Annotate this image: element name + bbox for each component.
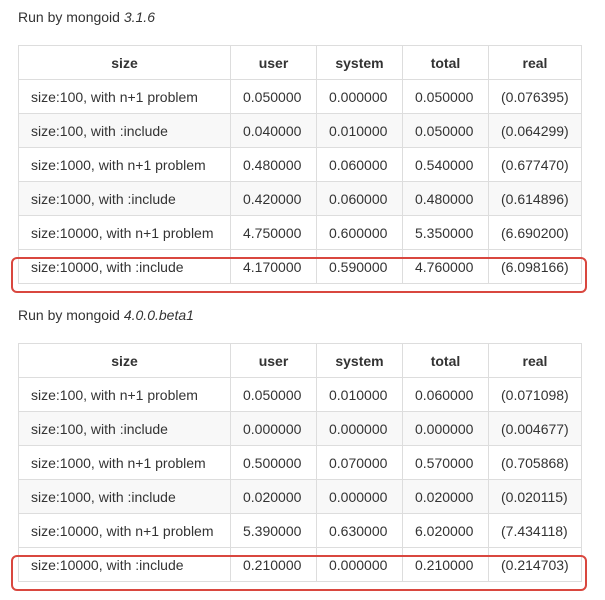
header-total: total — [402, 343, 489, 378]
cell-user: 0.480000 — [230, 147, 317, 182]
cell-total: 6.020000 — [402, 513, 489, 548]
cell-total: 5.350000 — [402, 215, 489, 250]
benchmark-table-4-0-0-beta1: size user system total real size:100, wi… — [18, 343, 582, 582]
table-row: size:1000, with n+1 problem 0.480000 0.0… — [18, 147, 582, 182]
cell-total: 0.570000 — [402, 445, 489, 480]
cell-size: size:1000, with n+1 problem — [18, 445, 231, 480]
cell-real: (0.705868) — [488, 445, 582, 480]
cell-total: 0.050000 — [402, 113, 489, 148]
cell-system: 0.000000 — [316, 479, 403, 514]
table-row: size:1000, with :include 0.020000 0.0000… — [18, 479, 582, 514]
header-real: real — [488, 45, 582, 80]
cell-total: 0.060000 — [402, 377, 489, 412]
header-total: total — [402, 45, 489, 80]
cell-real: (0.020115) — [488, 479, 582, 514]
cell-user: 4.170000 — [230, 249, 317, 284]
cell-size: size:1000, with n+1 problem — [18, 147, 231, 182]
cell-system: 0.060000 — [316, 181, 403, 216]
cell-real: (0.071098) — [488, 377, 582, 412]
table-header-row: size user system total real — [18, 45, 582, 80]
cell-real: (0.677470) — [488, 147, 582, 182]
cell-system: 0.000000 — [316, 547, 403, 582]
cell-user: 0.500000 — [230, 445, 317, 480]
header-user: user — [230, 343, 317, 378]
cell-total: 0.210000 — [402, 547, 489, 582]
cell-size: size:10000, with :include — [18, 547, 231, 582]
header-system: system — [316, 343, 403, 378]
cell-system: 0.000000 — [316, 79, 403, 114]
cell-system: 0.070000 — [316, 445, 403, 480]
cell-size: size:100, with n+1 problem — [18, 79, 231, 114]
header-real: real — [488, 343, 582, 378]
cell-user: 0.040000 — [230, 113, 317, 148]
caption-version: 3.1.6 — [123, 9, 155, 25]
cell-size: size:100, with :include — [18, 113, 231, 148]
cell-size: size:1000, with :include — [18, 479, 231, 514]
table-row-highlighted: size:10000, with :include 0.210000 0.000… — [18, 547, 582, 582]
cell-user: 0.050000 — [230, 377, 317, 412]
caption-prefix: Run by mongoid — [18, 307, 124, 323]
cell-system: 0.010000 — [316, 377, 403, 412]
cell-user: 0.420000 — [230, 181, 317, 216]
table-row: size:100, with n+1 problem 0.050000 0.00… — [18, 79, 582, 114]
caption-version: 4.0.0.beta1 — [123, 307, 194, 323]
cell-total: 0.020000 — [402, 479, 489, 514]
cell-system: 0.060000 — [316, 147, 403, 182]
cell-user: 0.050000 — [230, 79, 317, 114]
header-size: size — [18, 343, 231, 378]
table-row: size:1000, with :include 0.420000 0.0600… — [18, 181, 582, 216]
table-header-row: size user system total real — [18, 343, 582, 378]
cell-total: 4.760000 — [402, 249, 489, 284]
header-user: user — [230, 45, 317, 80]
caption-prefix: Run by mongoid — [18, 9, 124, 25]
header-system: system — [316, 45, 403, 80]
table-row: size:1000, with n+1 problem 0.500000 0.0… — [18, 445, 582, 480]
cell-system: 0.010000 — [316, 113, 403, 148]
cell-size: size:100, with :include — [18, 411, 231, 446]
cell-real: (0.004677) — [488, 411, 582, 446]
cell-system: 0.000000 — [316, 411, 403, 446]
cell-total: 0.540000 — [402, 147, 489, 182]
cell-size: size:10000, with n+1 problem — [18, 215, 231, 250]
cell-user: 5.390000 — [230, 513, 317, 548]
table-row: size:100, with :include 0.040000 0.01000… — [18, 113, 582, 148]
caption-mongoid-4-0-0-beta1: Run by mongoid 4.0.0.beta1 — [18, 307, 194, 323]
cell-real: (0.064299) — [488, 113, 582, 148]
cell-size: size:10000, with :include — [18, 249, 231, 284]
cell-real: (6.690200) — [488, 215, 582, 250]
cell-system: 0.600000 — [316, 215, 403, 250]
cell-size: size:100, with n+1 problem — [18, 377, 231, 412]
table-row: size:10000, with n+1 problem 5.390000 0.… — [18, 513, 582, 548]
cell-system: 0.630000 — [316, 513, 403, 548]
cell-system: 0.590000 — [316, 249, 403, 284]
cell-size: size:10000, with n+1 problem — [18, 513, 231, 548]
caption-mongoid-3-1-6: Run by mongoid 3.1.6 — [18, 9, 155, 25]
table-row: size:100, with n+1 problem 0.050000 0.01… — [18, 377, 582, 412]
cell-total: 0.480000 — [402, 181, 489, 216]
cell-real: (0.614896) — [488, 181, 582, 216]
cell-real: (0.214703) — [488, 547, 582, 582]
cell-user: 0.210000 — [230, 547, 317, 582]
table-row: size:100, with :include 0.000000 0.00000… — [18, 411, 582, 446]
cell-user: 0.000000 — [230, 411, 317, 446]
benchmark-table-3-1-6: size user system total real size:100, wi… — [18, 45, 582, 284]
cell-real: (6.098166) — [488, 249, 582, 284]
table-row-highlighted: size:10000, with :include 4.170000 0.590… — [18, 249, 582, 284]
cell-total: 0.000000 — [402, 411, 489, 446]
cell-size: size:1000, with :include — [18, 181, 231, 216]
table-row: size:10000, with n+1 problem 4.750000 0.… — [18, 215, 582, 250]
cell-real: (0.076395) — [488, 79, 582, 114]
cell-real: (7.434118) — [488, 513, 582, 548]
cell-user: 0.020000 — [230, 479, 317, 514]
header-size: size — [18, 45, 231, 80]
cell-user: 4.750000 — [230, 215, 317, 250]
cell-total: 0.050000 — [402, 79, 489, 114]
